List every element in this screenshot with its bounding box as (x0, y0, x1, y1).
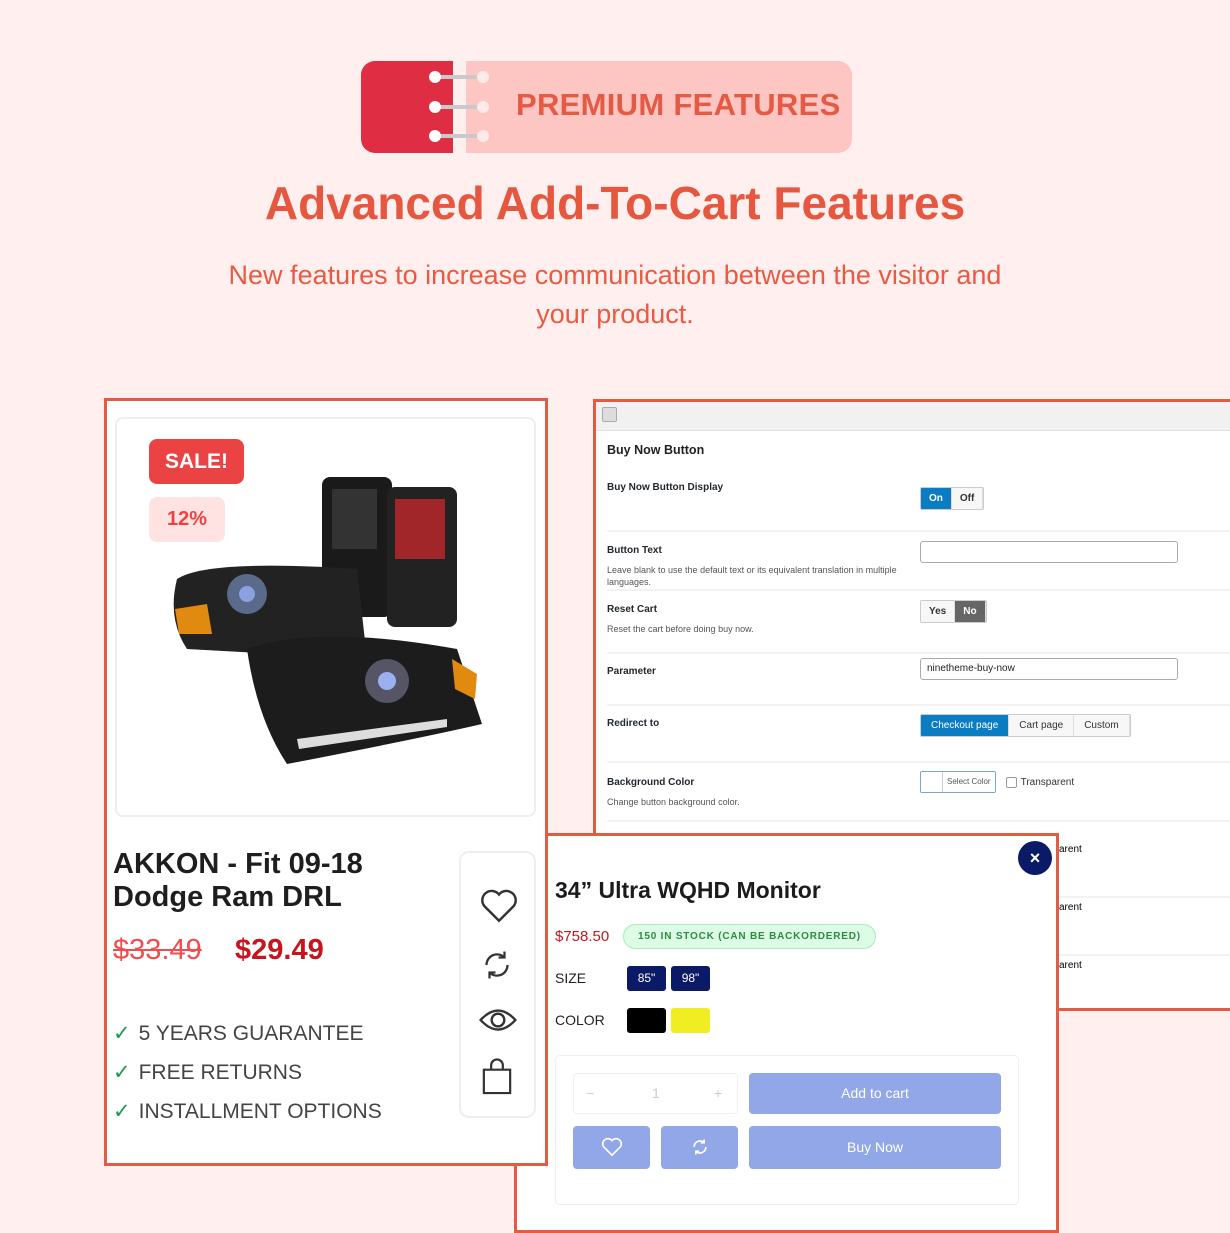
setting-desc: Leave blank to use the default text or i… (607, 565, 897, 587)
reset-cart-toggle[interactable]: Yes No (920, 600, 987, 623)
setting-desc: Change button background color. (607, 797, 740, 807)
heart-icon (601, 1137, 622, 1157)
check-icon: ✓ (113, 1100, 131, 1123)
popup-price: $758.50 (555, 928, 610, 945)
redirect-cart[interactable]: Cart page (1009, 715, 1075, 736)
product-actions-sidebar (459, 851, 536, 1118)
discount-badge: 12% (149, 497, 225, 542)
setting-label: Background Color (607, 777, 695, 788)
premium-badge: PREMIUM FEATURES (361, 61, 852, 153)
redirect-checkout[interactable]: Checkout page (921, 715, 1010, 736)
eye-icon[interactable] (479, 1005, 517, 1035)
redirect-select[interactable]: Checkout page Cart page Custom (920, 714, 1131, 737)
size-option-85[interactable]: 85" (627, 966, 666, 991)
compare-button[interactable] (661, 1126, 738, 1169)
qty-plus[interactable]: + (714, 1085, 722, 1101)
setting-bg-color: Background Color Change button backgroun… (607, 771, 1230, 822)
qty-minus[interactable]: − (586, 1085, 594, 1101)
redirect-custom[interactable]: Custom (1074, 715, 1130, 736)
setting-reset-cart: Reset Cart Reset the cart before doing b… (607, 600, 1230, 654)
parameter-input[interactable]: ninetheme-buy-now (920, 658, 1178, 680)
setting-redirect: Redirect to Checkout page Cart page Custom (607, 714, 1230, 763)
wishlist-button[interactable] (573, 1126, 650, 1169)
page-subtitle: New features to increase communication b… (228, 260, 1002, 329)
panel-toolbar (596, 402, 1230, 431)
toggle-on[interactable]: On (921, 488, 952, 509)
check-icon: ✓ (113, 1061, 131, 1084)
transparent-checkbox[interactable] (1005, 776, 1017, 788)
section-title: Buy Now Button (607, 443, 705, 457)
setting-desc: Reset the cart before doing buy now. (607, 624, 754, 634)
setting-label: Redirect to (607, 718, 660, 729)
setting-label: Buy Now Button Display (607, 482, 724, 493)
badge-label: PREMIUM FEATURES (516, 87, 841, 122)
color-swatch-black[interactable] (627, 1008, 666, 1033)
compare-icon[interactable] (479, 947, 515, 983)
setting-button-text: Button Text Leave blank to use the defau… (607, 541, 1230, 591)
display-toggle[interactable]: On Off (920, 487, 985, 510)
old-price: $33.49 (113, 934, 202, 966)
select-color-button[interactable]: Select Color (920, 771, 996, 793)
toggle-off[interactable]: Off (951, 488, 984, 509)
button-text-input[interactable] (920, 541, 1178, 563)
shopping-bag-icon[interactable] (479, 1058, 515, 1096)
add-to-cart-button[interactable]: Add to cart (749, 1073, 1001, 1114)
toggle-yes[interactable]: Yes (921, 601, 956, 622)
heart-icon[interactable] (479, 888, 519, 924)
page-title: Advanced Add-To-Cart Features (264, 177, 966, 229)
sale-price: $29.49 (235, 934, 324, 966)
color-label: COLOR (555, 1012, 605, 1028)
buy-now-button[interactable]: Buy Now (749, 1126, 1001, 1169)
quantity-stepper[interactable]: − 1 + (573, 1073, 738, 1114)
color-swatch-yellow[interactable] (671, 1008, 710, 1033)
popup-product-title: 34” Ultra WQHD Monitor (555, 877, 821, 903)
setting-display: Buy Now Button Display On Off (607, 482, 1230, 532)
product-name[interactable]: AKKON - Fit 09-18 Dodge Ram DRL (113, 848, 433, 914)
transparent-label: Transparent (1020, 776, 1075, 788)
sale-badge: SALE! (149, 439, 244, 484)
setting-label: Reset Cart (607, 604, 658, 615)
setting-parameter: Parameter ninetheme-buy-now (607, 658, 1230, 706)
stock-badge: 150 IN STOCK (CAN BE BACKORDERED) (623, 924, 876, 949)
check-icon: ✓ (113, 1022, 131, 1045)
qty-value[interactable]: 1 (652, 1085, 660, 1101)
product-card: SALE! 12% AKKON - Fit 09-18 Dodge Ram DR… (104, 398, 548, 1166)
feature-item: ✓ 5 YEARS GUARANTEE (113, 1022, 364, 1045)
close-icon[interactable]: × (1018, 841, 1052, 875)
size-option-98[interactable]: 98" (671, 966, 710, 991)
panel-icon[interactable] (602, 407, 617, 422)
size-label: SIZE (555, 970, 587, 986)
feature-item: ✓ FREE RETURNS (113, 1061, 302, 1084)
toggle-no[interactable]: No (955, 601, 986, 622)
refresh-icon (692, 1139, 707, 1155)
feature-item: ✓ INSTALLMENT OPTIONS (113, 1100, 382, 1123)
